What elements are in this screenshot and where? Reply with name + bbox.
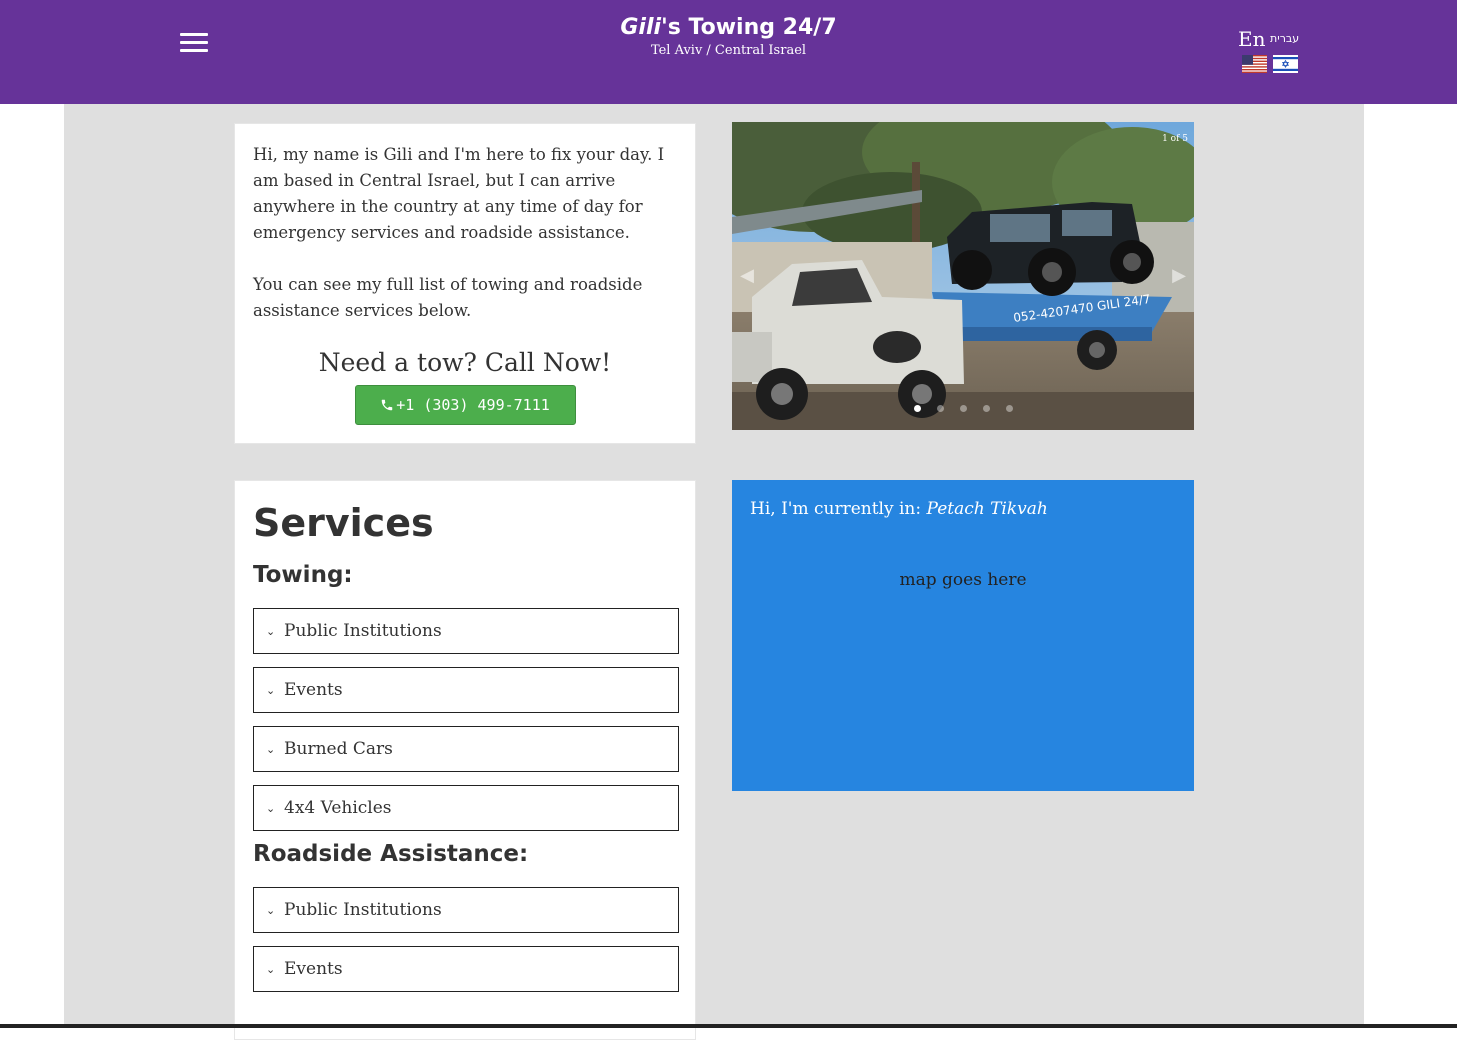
intro-services-note: You can see my full list of towing and r… bbox=[253, 275, 643, 320]
towing-list: ⌄ Public Institutions ⌄ Events ⌄ Burned Cars ⌄… bbox=[253, 608, 679, 831]
services-card: Services Towing: ⌄ Public Institutions ⌄ Ev… bbox=[234, 480, 696, 1040]
carousel-prev-arrow-icon[interactable]: ◀ bbox=[740, 265, 754, 287]
lang-hebrew-link[interactable]: עברית bbox=[1270, 32, 1299, 45]
intro-card: Hi, my name is Gili and I'm here to fix … bbox=[234, 123, 696, 444]
carousel-dots bbox=[732, 405, 1194, 412]
chevron-down-icon: ⌄ bbox=[266, 625, 276, 638]
cta-title: Need a tow? Call Now! bbox=[318, 348, 612, 377]
carousel-dot[interactable] bbox=[982, 405, 990, 412]
towing-accordion-label: Burned Cars bbox=[284, 739, 393, 759]
chevron-down-icon: ⌄ bbox=[266, 743, 276, 756]
services-title: Services bbox=[253, 501, 434, 545]
lang-english-link[interactable]: En bbox=[1238, 27, 1265, 51]
chevron-down-icon: ⌄ bbox=[266, 963, 276, 976]
site-title-name: Gili bbox=[620, 15, 662, 40]
photo-carousel[interactable]: 052-4207470 GILI 24/7 1 of 5 ◀ ▶ bbox=[732, 122, 1194, 430]
towing-accordion-item[interactable]: ⌄ Public Institutions bbox=[253, 608, 679, 654]
call-now-button[interactable]: +1 (303) 499-7111 bbox=[354, 385, 576, 425]
site-title-rest: 's Towing 24/7 bbox=[661, 15, 837, 40]
carousel-dot[interactable] bbox=[1005, 405, 1013, 412]
towing-accordion-item[interactable]: ⌄ Burned Cars bbox=[253, 726, 679, 772]
bottom-edge bbox=[0, 1024, 1457, 1028]
carousel-next-arrow-icon[interactable]: ▶ bbox=[1172, 265, 1186, 287]
towing-accordion-label: Public Institutions bbox=[284, 621, 442, 641]
site-header: Gili's Towing 24/7 Tel Aviv / Central Is… bbox=[0, 0, 1457, 104]
call-button-label: +1 (303) 499-7111 bbox=[396, 396, 550, 414]
tow-truck-photo: 052-4207470 GILI 24/7 bbox=[732, 122, 1194, 430]
towing-heading: Towing: bbox=[253, 562, 353, 588]
towing-accordion-item[interactable]: ⌄ Events bbox=[253, 667, 679, 713]
map-placeholder[interactable]: map goes here bbox=[732, 570, 1194, 590]
roadside-accordion-label: Public Institutions bbox=[284, 900, 442, 920]
us-flag-icon[interactable] bbox=[1242, 55, 1267, 73]
roadside-accordion-item[interactable]: ⌄ Public Institutions bbox=[253, 887, 679, 933]
towing-accordion-label: 4x4 Vehicles bbox=[284, 798, 392, 818]
roadside-list: ⌄ Public Institutions ⌄ Events bbox=[253, 887, 679, 992]
intro-paragraph: Hi, my name is Gili and I'm here to fix … bbox=[253, 145, 665, 242]
towing-accordion-item[interactable]: ⌄ 4x4 Vehicles bbox=[253, 785, 679, 831]
chevron-down-icon: ⌄ bbox=[266, 802, 276, 815]
carousel-dot[interactable] bbox=[959, 405, 967, 412]
roadside-accordion-item[interactable]: ⌄ Events bbox=[253, 946, 679, 992]
phone-icon bbox=[381, 399, 393, 411]
current-location: Hi, I'm currently in: Petach Tikvah bbox=[750, 499, 1048, 519]
chevron-down-icon: ⌄ bbox=[266, 904, 276, 917]
chevron-down-icon: ⌄ bbox=[266, 684, 276, 697]
towing-accordion-label: Events bbox=[284, 680, 343, 700]
roadside-accordion-label: Events bbox=[284, 959, 343, 979]
location-map-card: Hi, I'm currently in: Petach Tikvah map … bbox=[732, 480, 1194, 791]
carousel-dot[interactable] bbox=[936, 405, 944, 412]
israel-flag-icon[interactable] bbox=[1273, 55, 1298, 73]
roadside-heading: Roadside Assistance: bbox=[253, 841, 529, 867]
location-city: Petach Tikvah bbox=[926, 499, 1048, 519]
carousel-dot[interactable] bbox=[913, 405, 921, 412]
location-label: Hi, I'm currently in: bbox=[750, 499, 927, 519]
slide-counter: 1 of 5 bbox=[1162, 134, 1188, 144]
